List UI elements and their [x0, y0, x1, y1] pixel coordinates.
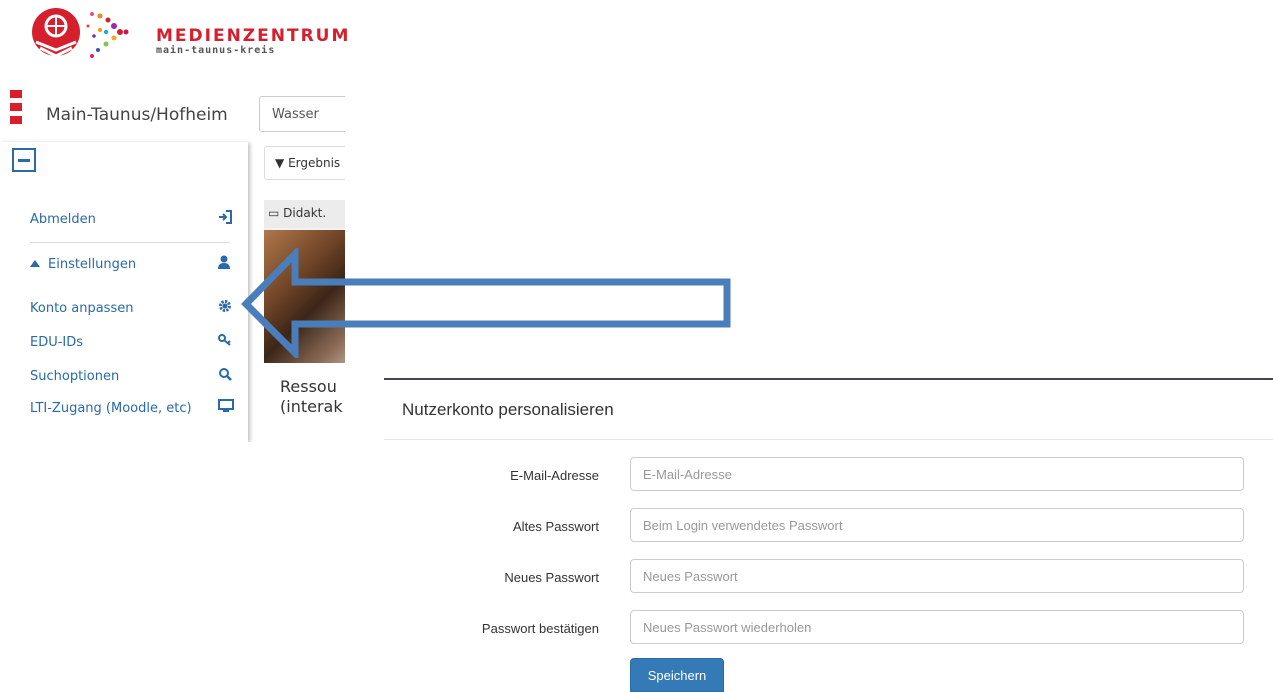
- user-menu: Abmelden Einstellungen Konto anpassen ED…: [0, 142, 248, 442]
- user-icon: [218, 255, 230, 273]
- brand-bars-icon: [10, 90, 22, 129]
- form-title: Nutzerkonto personalisieren: [402, 400, 614, 419]
- email-row: E-Mail-Adresse: [384, 457, 1273, 493]
- old-password-label: Altes Passwort: [513, 519, 599, 534]
- search-icon: [218, 367, 232, 385]
- sign-in-icon: [218, 210, 232, 228]
- email-field[interactable]: [630, 457, 1244, 491]
- filter-label: Ergebnis: [288, 156, 341, 170]
- logo-title: MEDIENZENTRUM: [156, 26, 351, 46]
- menu-item-einstellungen[interactable]: Einstellungen: [30, 255, 240, 275]
- menu-item-edu-ids[interactable]: EDU-IDs: [30, 333, 240, 353]
- new-password-field[interactable]: [630, 559, 1244, 593]
- old-password-field[interactable]: [630, 508, 1244, 542]
- card-title: Ressou (interak: [280, 377, 343, 416]
- monitor-icon: [218, 399, 234, 417]
- card-header: ▭ Didakt.: [264, 200, 345, 228]
- confirm-password-label: Passwort bestätigen: [481, 621, 599, 636]
- monitor-icon: ▭: [268, 206, 280, 220]
- new-password-row: Neues Passwort: [384, 559, 1273, 595]
- card-type: Didakt.: [283, 206, 327, 220]
- filter-results-button[interactable]: ▼ Ergebnis: [264, 146, 345, 180]
- key-icon: [218, 333, 232, 351]
- confirm-password-row: Passwort bestätigen: [384, 610, 1273, 646]
- menu-item-abmelden[interactable]: Abmelden: [30, 210, 240, 230]
- email-label: E-Mail-Adresse: [510, 468, 599, 483]
- menu-item-konto-anpassen[interactable]: Konto anpassen: [30, 299, 240, 319]
- confirm-password-field[interactable]: [630, 610, 1244, 644]
- logo-emblem-icon: [32, 8, 129, 58]
- menu-item-suchoptionen[interactable]: Suchoptionen: [30, 367, 240, 387]
- new-password-label: Neues Passwort: [504, 570, 599, 585]
- gear-icon: [218, 299, 232, 317]
- menu-divider: [30, 242, 230, 243]
- search-input[interactable]: Wasser: [259, 96, 345, 132]
- old-password-row: Altes Passwort: [384, 508, 1273, 544]
- account-form-screenshot: Nutzerkonto personalisieren E-Mail-Adres…: [384, 378, 1273, 692]
- hollow-arrow-icon: [241, 248, 731, 358]
- caret-up-icon: [30, 260, 40, 267]
- collapse-menu-button[interactable]: [12, 148, 36, 172]
- medienzentrum-logo: MEDIENZENTRUM main-taunus-kreis: [30, 6, 348, 66]
- filter-icon: ▼: [275, 156, 285, 170]
- menu-item-lti-zugang[interactable]: LTI-Zugang (Moodle, etc): [30, 399, 240, 419]
- save-button[interactable]: Speichern: [630, 658, 724, 692]
- logo-subtitle: main-taunus-kreis: [156, 45, 276, 56]
- instance-title: Main-Taunus/Hofheim: [46, 105, 228, 125]
